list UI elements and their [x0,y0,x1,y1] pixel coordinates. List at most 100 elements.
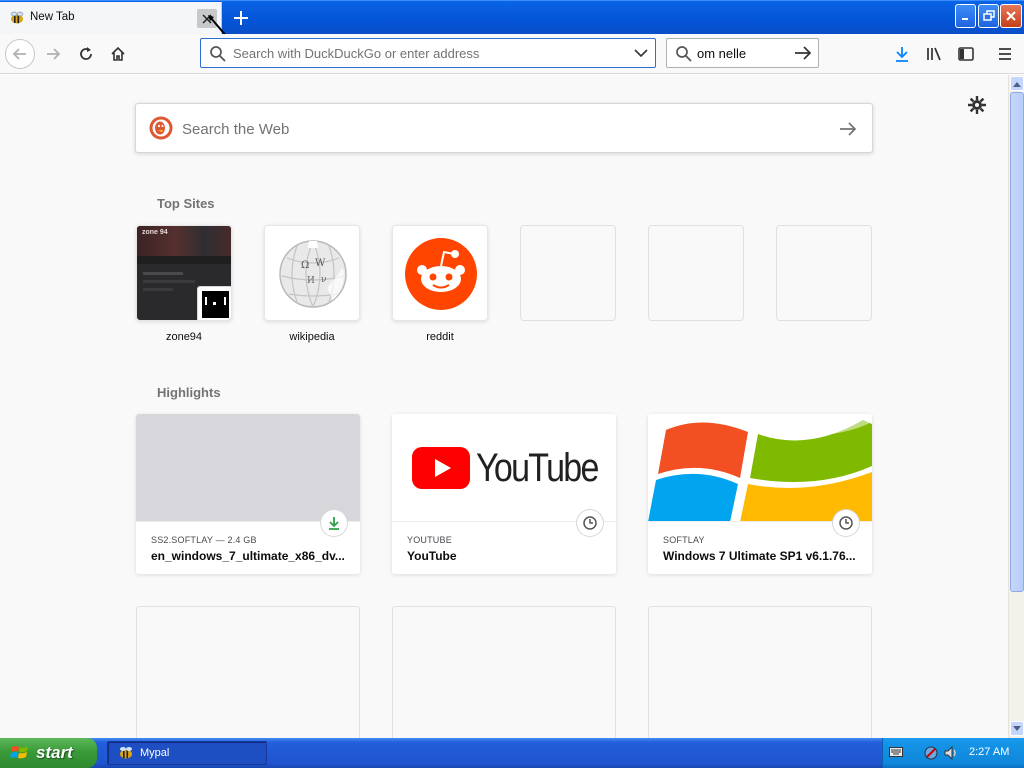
tab-strip: New Tab [0,0,1024,47]
navigation-toolbar [0,34,1024,74]
svg-text:ν: ν [321,275,326,285]
chevron-up-icon [1013,81,1021,87]
bee-icon [9,11,25,25]
scroll-down-button[interactable] [1010,721,1024,736]
back-button[interactable] [5,39,35,69]
restore-icon [982,10,995,21]
bee-icon [120,747,132,759]
download-icon [896,47,908,62]
chevron-down-icon [1013,725,1021,731]
reddit-logo-icon [405,238,477,310]
sidebar-icon [958,47,974,61]
minimize-icon [961,18,968,20]
tab-title: New Tab [30,11,75,23]
restore-button[interactable] [978,4,999,28]
highlight-card[interactable]: SS2.SOFTLAY — 2.4 GB en_windows_7_ultima… [136,414,360,574]
search-icon [209,45,226,65]
top-sites-title: Top Sites [157,196,215,211]
top-site-label: wikipedia [289,331,335,343]
vertical-scrollbar[interactable] [1008,75,1024,738]
top-site-tile[interactable]: zone 94 [136,225,232,321]
web-search-go-button[interactable] [836,118,860,140]
highlight-source: YOUTUBE [407,535,452,545]
svg-text:W: W [315,258,326,269]
taskbar-item-mypal[interactable]: Mypal [107,741,267,765]
library-button[interactable] [920,40,948,68]
top-site-wikipedia[interactable]: Ω W И ν wikipedia [264,225,360,343]
highlight-image: YouTube [392,414,616,522]
search-go-button[interactable] [793,44,813,62]
url-dropdown-button[interactable] [631,44,651,62]
clock: 2:27 AM [969,746,1010,758]
highlight-title: YouTube [407,549,457,563]
close-window-button[interactable] [1000,4,1022,28]
search-icon [675,45,692,65]
arrow-right-icon [795,46,812,60]
top-site-placeholder [648,225,744,321]
windows-flag-icon [10,746,28,759]
scrollbar-thumb[interactable] [1010,92,1024,592]
search-input[interactable] [697,44,787,62]
highlight-image [136,414,360,522]
highlight-card[interactable]: YouTube YOUTUBE YouTube [392,414,616,574]
arrow-right-icon [47,48,61,60]
tab-new-tab[interactable]: New Tab [0,2,236,47]
hamburger-menu-icon [999,48,1011,60]
top-site-tile[interactable] [392,225,488,321]
arrow-left-icon [12,48,26,60]
top-site-tile[interactable]: Ω W И ν [264,225,360,321]
address-input[interactable] [233,44,623,62]
network-icon[interactable] [923,745,939,761]
svg-text:И: И [307,276,315,286]
top-site-placeholder [776,225,872,321]
new-tab-page: Top Sites zone 94 zone94 [0,75,1008,738]
download-icon [329,517,339,530]
volume-icon[interactable] [943,745,959,761]
web-search-input[interactable] [182,118,782,140]
wikipedia-globe-icon: Ω W И ν [279,240,347,308]
reload-icon [80,47,92,60]
site-screenshot-text: zone 94 [142,229,168,236]
highlight-source: SOFTLAY [663,535,705,545]
home-icon [111,46,125,61]
close-icon [1006,11,1016,21]
highlight-download-badge [321,510,347,536]
customize-button[interactable] [966,94,988,116]
top-site-empty [648,225,744,321]
duckduckgo-logo-icon [149,116,173,140]
library-icon [927,47,941,61]
svg-text:Ω: Ω [301,260,309,271]
highlight-source: SS2.SOFTLAY — 2.4 GB [151,535,257,545]
menu-button[interactable] [991,40,1019,68]
taskbar-item-label: Mypal [140,747,170,759]
site-favicon [197,286,231,320]
chevron-down-icon [634,49,648,58]
reload-button[interactable] [71,39,101,69]
top-site-label: zone94 [165,331,203,343]
scroll-up-button[interactable] [1010,76,1024,91]
sidebar-button[interactable] [952,40,980,68]
windows-logo-icon [648,414,872,521]
search-bar[interactable] [666,38,819,68]
new-tab-button[interactable] [229,6,253,30]
minimize-button[interactable] [955,4,976,28]
youtube-wordmark: YouTube [476,446,599,490]
forward-button[interactable] [38,39,68,69]
home-button[interactable] [103,39,133,69]
highlight-visited-badge [833,510,859,536]
highlight-title: Windows 7 Ultimate SP1 v6.1.76... [663,549,856,563]
top-site-label: reddit [426,331,454,343]
web-search-box[interactable] [135,103,873,153]
top-site-placeholder [520,225,616,321]
top-site-zone94[interactable]: zone 94 zone94 [136,225,232,343]
plus-icon [234,11,248,25]
highlight-card[interactable]: SOFTLAY Windows 7 Ultimate SP1 v6.1.76..… [648,414,872,574]
start-button[interactable]: start [0,738,97,768]
taskbar: start Mypal 2:27 AM [0,738,1024,768]
address-bar[interactable] [200,38,656,68]
keyboard-icon[interactable] [889,746,903,758]
top-site-reddit[interactable]: reddit [392,225,488,343]
arrow-right-icon [840,122,857,136]
highlight-image [648,414,872,522]
downloads-button[interactable] [888,40,916,68]
